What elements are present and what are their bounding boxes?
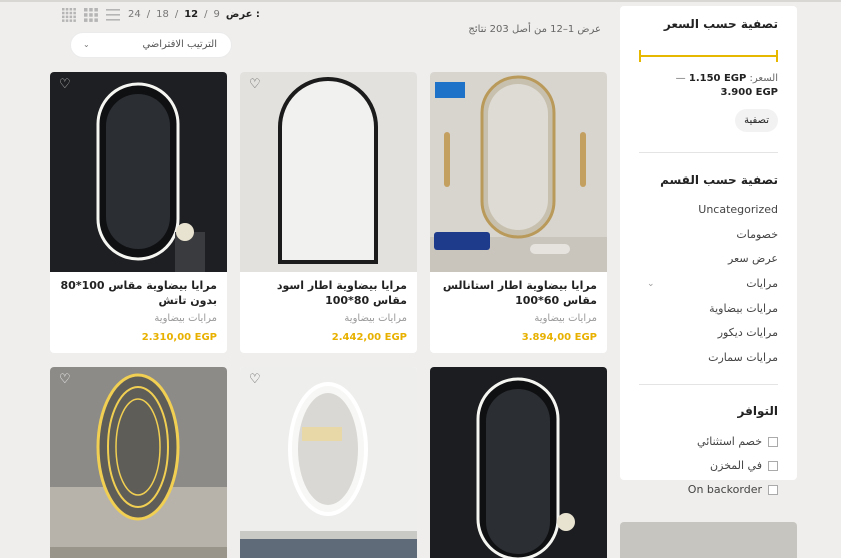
category-item[interactable]: مرايات ⌄ xyxy=(639,272,778,297)
category-item[interactable]: خصومات xyxy=(639,223,778,248)
checkbox[interactable] xyxy=(768,437,778,447)
heart-icon[interactable]: ♡ xyxy=(249,78,261,92)
per-page-selector: 24 / 18 / 12 / 9 عرض : xyxy=(128,8,260,20)
divider xyxy=(639,152,778,153)
product-card[interactable]: مرايا بيضاوية اطار استانالس مقاس 60*100 … xyxy=(430,72,607,353)
category-item[interactable]: مرايات بيضاوية xyxy=(639,297,778,322)
availability-option[interactable]: في المخزن xyxy=(639,454,778,478)
results-count: عرض 1–12 من أصل 203 نتائج xyxy=(468,24,601,35)
list-view-icon[interactable] xyxy=(106,7,120,21)
heart-icon[interactable]: ♡ xyxy=(249,373,261,387)
grid-4-icon[interactable] xyxy=(62,7,76,22)
category-list: Uncategorized خصومات عرض سعر مرايات ⌄ مرا… xyxy=(639,198,778,371)
product-name[interactable]: مرايا بيضاوية اطار اسود مقاس 80*100 xyxy=(250,278,407,309)
category-filter-title: تصفية حسب القسم xyxy=(660,173,778,187)
top-border xyxy=(0,0,841,2)
product-card[interactable]: ♡ مرايا بيضاوية مقاس 100*80 بدون تاتش مر… xyxy=(50,72,227,353)
price-label-text: السعر: xyxy=(749,73,778,84)
product-image[interactable] xyxy=(430,367,607,558)
per-page-option[interactable]: 9 xyxy=(214,9,220,20)
per-page-option-selected[interactable]: 12 xyxy=(184,9,198,20)
chevron-down-icon[interactable]: ⌄ xyxy=(647,272,655,296)
product-price: 2.442,00 EGP xyxy=(331,332,407,343)
category-item[interactable]: Uncategorized xyxy=(639,198,778,223)
availability-option[interactable]: On backorder xyxy=(639,478,778,502)
heart-icon[interactable]: ♡ xyxy=(59,373,71,387)
divider xyxy=(639,384,778,385)
heart-icon[interactable]: ♡ xyxy=(59,78,71,92)
per-page-option[interactable]: 18 xyxy=(156,9,169,20)
product-price: 2.310,00 EGP xyxy=(141,332,217,343)
checkbox[interactable] xyxy=(768,485,778,495)
product-image[interactable]: ♡ xyxy=(50,72,227,272)
price-slider-max-handle[interactable] xyxy=(776,50,778,62)
product-category[interactable]: مرايات بيضاوية xyxy=(250,313,407,329)
availability-list: خصم استثنائي في المخزن On backorder xyxy=(639,430,778,502)
product-image[interactable]: ♡ xyxy=(240,72,417,272)
price-min: 1.150 EGP xyxy=(688,73,747,84)
checkbox[interactable] xyxy=(768,461,778,471)
view-toolbar: 24 / 18 / 12 / 9 عرض : xyxy=(62,4,260,24)
price-range-label: السعر: 1.150 EGP — 3.900 EGP xyxy=(675,73,778,98)
product-image[interactable]: ♡ xyxy=(50,367,227,558)
price-filter-title: تصفية حسب السعر xyxy=(663,17,778,31)
sort-dropdown[interactable]: الترتيب الافتراضي ⌄ xyxy=(70,32,232,58)
per-page-option[interactable]: 24 xyxy=(128,9,141,20)
price-max: 3.900 EGP xyxy=(720,87,778,98)
promo-banner[interactable] xyxy=(620,522,797,558)
product-name[interactable]: مرايا بيضاوية اطار استانالس مقاس 60*100 xyxy=(440,278,597,309)
price-slider[interactable] xyxy=(639,50,778,62)
product-card[interactable]: ♡ xyxy=(50,367,227,558)
sort-value: الترتيب الافتراضي xyxy=(142,39,217,50)
product-card[interactable] xyxy=(430,367,607,558)
product-card[interactable]: ♡ xyxy=(240,367,417,558)
price-slider-track xyxy=(639,55,778,57)
product-card[interactable]: ♡ مرايا بيضاوية اطار اسود مقاس 80*100 مر… xyxy=(240,72,417,353)
product-price: 3.894,00 EGP xyxy=(521,332,597,343)
availability-filter-title: التوافر xyxy=(737,404,778,418)
product-image[interactable]: ♡ xyxy=(240,367,417,558)
product-category[interactable]: مرايات بيضاوية xyxy=(440,313,597,329)
product-category[interactable]: مرايات بيضاوية xyxy=(60,313,217,329)
category-item[interactable]: مرايات سمارت xyxy=(639,346,778,371)
product-name[interactable]: مرايا بيضاوية مقاس 100*80 بدون تاتش xyxy=(60,278,218,309)
price-filter-button[interactable]: تصفية xyxy=(735,109,778,132)
filter-sidebar: تصفية حسب السعر السعر: 1.150 EGP — 3.900… xyxy=(620,6,797,496)
show-label: عرض : xyxy=(225,8,260,20)
grid-3-icon[interactable] xyxy=(84,7,98,22)
chevron-down-icon: ⌄ xyxy=(83,40,90,49)
category-item[interactable]: مرايات ديكور xyxy=(639,321,778,346)
product-image[interactable] xyxy=(430,72,607,272)
availability-option[interactable]: خصم استثنائي xyxy=(639,430,778,454)
category-item[interactable]: عرض سعر xyxy=(639,247,778,272)
price-slider-min-handle[interactable] xyxy=(639,50,641,62)
